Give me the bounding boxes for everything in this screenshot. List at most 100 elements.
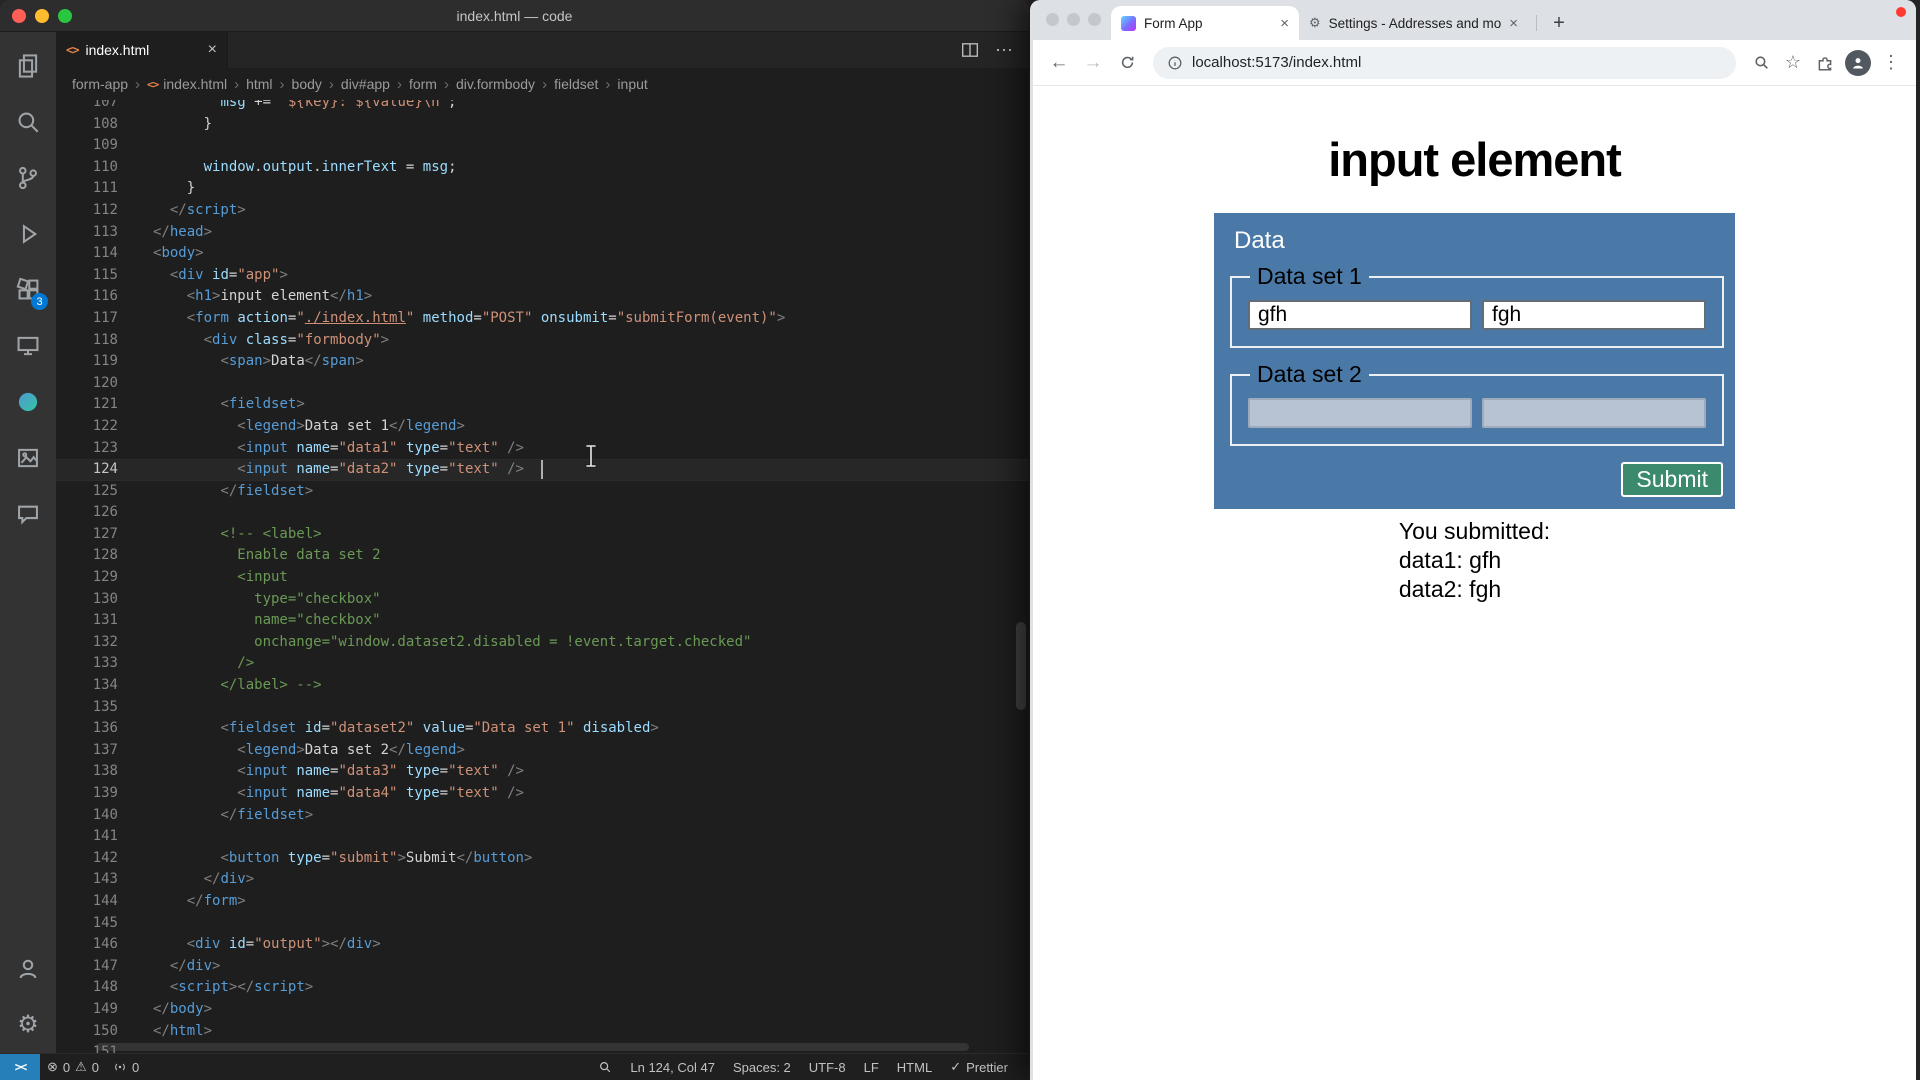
cursor-position[interactable]: Ln 124, Col 47 [621,1054,724,1080]
data1-input[interactable] [1248,300,1472,330]
language-mode[interactable]: HTML [888,1054,941,1080]
breadcrumb-item[interactable]: form [409,76,437,92]
code-line[interactable]: 120 [56,373,1029,395]
remote-explorer-icon[interactable] [0,318,56,374]
data2-input[interactable] [1482,300,1706,330]
code-line[interactable]: 126 [56,502,1029,524]
breadcrumb-item[interactable]: form-app [72,76,128,92]
breadcrumb-item[interactable]: div#app [341,76,390,92]
accounts-icon[interactable] [0,941,56,997]
code-line[interactable]: 149 </body> [56,999,1029,1021]
breadcrumb-item[interactable]: fieldset [554,76,598,92]
code-line[interactable]: 147 </div> [56,956,1029,978]
code-line[interactable]: 142 <button type="submit">Submit</button… [56,848,1029,870]
code-line[interactable]: 135 [56,697,1029,719]
code-line[interactable]: 141 [56,826,1029,848]
explorer-icon[interactable] [0,38,56,94]
code-line[interactable]: 150 </html> [56,1021,1029,1043]
code-line[interactable]: 130 type="checkbox" [56,589,1029,611]
code-line[interactable]: 129 <input [56,567,1029,589]
code-line[interactable]: 114 <body> [56,243,1029,265]
split-editor-icon[interactable] [961,41,979,59]
browser-close-button[interactable] [1046,13,1059,26]
encoding-setting[interactable]: UTF-8 [800,1054,855,1080]
browser-zoom-button[interactable] [1088,13,1101,26]
remote-indicator[interactable]: >< [0,1054,40,1080]
code-line[interactable]: 122 <legend>Data set 1</legend> [56,416,1029,438]
breadcrumb-item[interactable]: div.formbody [456,76,535,92]
profile-avatar[interactable] [1845,49,1871,76]
code-line[interactable]: 137 <legend>Data set 2</legend> [56,740,1029,762]
source-control-icon[interactable] [0,150,56,206]
submit-button[interactable]: Submit [1621,462,1723,497]
bookmark-star-icon[interactable]: ☆ [1778,48,1808,78]
code-line[interactable]: 121 <fieldset> [56,394,1029,416]
code-line[interactable]: 115 <div id="app"> [56,265,1029,287]
ports-indicator[interactable]: 0 [106,1054,146,1080]
extensions-puzzle-icon[interactable] [1810,48,1840,78]
url-text[interactable]: localhost:5173/index.html [1192,54,1361,71]
browser-tab-form-app[interactable]: Form App × [1111,6,1299,40]
code-line[interactable]: 118 <div class="formbody"> [56,330,1029,352]
forward-button[interactable]: → [1077,47,1109,79]
code-line[interactable]: 125 </fieldset> [56,481,1029,503]
vertical-scrollbar[interactable] [1016,622,1026,710]
code-line[interactable]: 136 <fieldset id="dataset2" value="Data … [56,718,1029,740]
browser-tab-settings[interactable]: ⚙ Settings - Addresses and mo × [1299,6,1537,40]
address-bar[interactable]: localhost:5173/index.html [1153,46,1736,79]
code-line[interactable]: 131 name="checkbox" [56,610,1029,632]
breadcrumb-item[interactable]: html [246,76,272,92]
code-line[interactable]: 132 onchange="window.dataset2.disabled =… [56,632,1029,654]
code-line[interactable]: 140 </fieldset> [56,805,1029,827]
code-line[interactable]: 109 [56,135,1029,157]
horizontal-scrollbar[interactable] [96,1043,969,1051]
breadcrumb-item[interactable]: body [292,76,322,92]
code-line[interactable]: 146 <div id="output"></div> [56,934,1029,956]
eol-setting[interactable]: LF [855,1054,888,1080]
code-line[interactable]: 128 Enable data set 2 [56,545,1029,567]
tab-index-html[interactable]: <> index.html × [56,32,228,68]
browser-minimize-button[interactable] [1067,13,1080,26]
code-line[interactable]: 119 <span>Data</span> [56,351,1029,373]
more-actions-icon[interactable]: ⋯ [995,41,1013,59]
tab-close-icon[interactable]: × [1509,15,1518,32]
code-line[interactable]: 139 <input name="data4" type="text" /> [56,783,1029,805]
problems-indicator[interactable]: ⊗ 0 ⚠ 0 [40,1054,106,1080]
search-icon[interactable] [0,94,56,150]
code-line[interactable]: 143 </div> [56,869,1029,891]
code-line[interactable]: 110 window.output.innerText = msg; [56,157,1029,179]
zoom-search-icon[interactable] [1746,48,1776,78]
vscode-title-bar[interactable]: index.html — code [0,0,1029,32]
code-line[interactable]: 123 <input name="data1" type="text" /> [56,438,1029,460]
formatter-status[interactable]: ✓ Prettier [941,1054,1017,1080]
chat-icon[interactable] [0,486,56,542]
run-debug-icon[interactable] [0,206,56,262]
settings-gear-icon[interactable]: ⚙ [0,997,56,1053]
code-line[interactable]: 112 </script> [56,200,1029,222]
code-line[interactable]: 107 msg += `${key}: ${value}\n`; [56,100,1029,114]
code-line[interactable]: 144 </form> [56,891,1029,913]
tab-close-icon[interactable]: × [1280,15,1289,32]
code-line[interactable]: 134 </label> --> [56,675,1029,697]
code-line[interactable]: 108 } [56,114,1029,136]
code-line[interactable]: 145 [56,913,1029,935]
code-line[interactable]: 127 <!-- <label> [56,524,1029,546]
indentation-setting[interactable]: Spaces: 2 [724,1054,800,1080]
breadcrumb-item[interactable]: <> index.html [147,76,227,92]
reload-button[interactable] [1111,47,1143,79]
code-line[interactable]: 133 /> [56,653,1029,675]
code-line[interactable]: 117 <form action="./index.html" method="… [56,308,1029,330]
code-editor[interactable]: 107 msg += `${key}: ${value}\n`; 108 } 109… [56,100,1029,1053]
code-line[interactable]: 138 <input name="data3" type="text" /> [56,761,1029,783]
status-search-icon[interactable] [589,1054,621,1080]
breadcrumb-item[interactable]: input [617,76,647,92]
image-preview-icon[interactable] [0,430,56,486]
back-button[interactable]: ← [1043,47,1075,79]
browser-menu-kebab-icon[interactable]: ⋮ [1876,48,1906,78]
extensions-icon[interactable]: 3 [0,262,56,318]
code-line[interactable]: 113 </head> [56,222,1029,244]
browser-extension-icon[interactable] [0,374,56,430]
code-line[interactable]: 111 } [56,178,1029,200]
new-tab-button[interactable]: + [1545,9,1573,37]
code-line[interactable]: 148 <script></script> [56,977,1029,999]
